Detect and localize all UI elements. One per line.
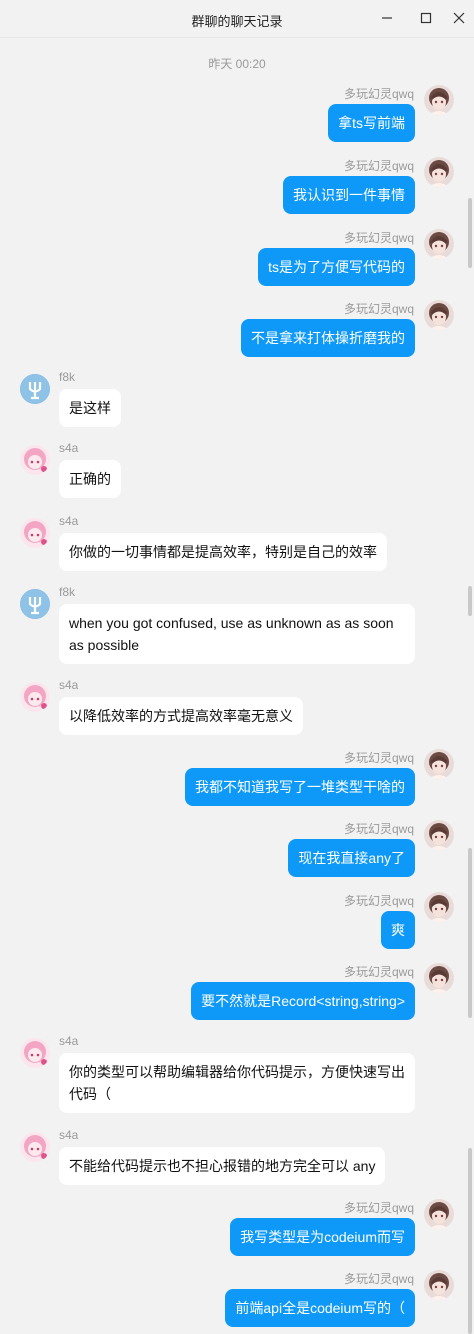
avatar[interactable] [424,157,454,187]
message-bubble[interactable]: 拿ts写前端 [328,104,415,142]
title-bar: 群聊的聊天记录 [0,0,474,38]
message-bubble[interactable]: 我写类型是为codeium而写 [230,1218,415,1256]
window-title: 群聊的聊天记录 [191,14,283,29]
scrollbar-marker [468,848,472,1018]
avatar[interactable] [424,1199,454,1229]
message-bubble[interactable]: 前端api全是codeium写的（ [225,1289,415,1327]
message-bubble[interactable]: 正确的 [59,460,121,498]
message-bubble[interactable]: 不能给代码提示也不担心报错的地方完全可以 any [59,1147,386,1185]
avatar[interactable] [20,682,50,712]
message-bubble[interactable]: 你的类型可以帮助编辑器给你代码提示，方便快速写出代码（ [59,1053,415,1113]
sender-name: f8k [59,585,76,599]
message-bubble[interactable]: 不是拿来打体操折磨我的 [241,319,415,357]
sender-name: 多玩幻灵qwq [343,1201,414,1215]
avatar[interactable] [20,445,50,475]
message-bubble[interactable]: 爽 [381,911,415,949]
sender-name: s4a [59,441,79,455]
sender-name: 多玩幻灵qwq [343,231,414,245]
timestamp-label: 昨天 00:20 [208,57,266,71]
sender-name: 多玩幻灵qwq [343,87,414,101]
sender-name: 多玩幻灵qwq [343,302,414,316]
message-bubble[interactable]: 要不然就是Record<string,string> [191,982,415,1020]
avatar[interactable] [424,749,454,779]
message-bubble[interactable]: 是这样 [59,389,121,427]
avatar[interactable] [20,1038,50,1068]
sender-name: 多玩幻灵qwq [343,1272,414,1286]
avatar[interactable] [20,518,50,548]
sender-name: 多玩幻灵qwq [343,822,414,836]
message-bubble[interactable]: 我认识到一件事情 [283,176,415,214]
sender-name: s4a [59,1034,79,1048]
sender-name: 多玩幻灵qwq [343,159,414,173]
avatar[interactable] [20,589,50,619]
message-bubble[interactable]: 我都不知道我写了一堆类型干啥的 [185,768,415,806]
minimize-icon[interactable] [375,6,399,30]
avatar[interactable] [424,300,454,330]
close-icon[interactable] [447,6,471,30]
sender-name: 多玩幻灵qwq [343,751,414,765]
sender-name: 多玩幻灵qwq [343,965,414,979]
scrollbar-thumb[interactable] [468,198,472,268]
scrollbar[interactable] [466,38,474,1334]
message-bubble[interactable]: 现在我直接any了 [288,839,415,877]
sender-name: s4a [59,1128,79,1142]
sender-name: s4a [59,678,79,692]
maximize-icon[interactable] [414,6,438,30]
avatar[interactable] [20,374,50,404]
sender-name: 多玩幻灵qwq [343,894,414,908]
avatar[interactable] [424,963,454,993]
avatar[interactable] [424,892,454,922]
avatar[interactable] [424,229,454,259]
avatar[interactable] [20,1132,50,1162]
message-bubble[interactable]: 以降低效率的方式提高效率毫无意义 [59,697,303,735]
sender-name: f8k [59,370,76,384]
scrollbar-marker [468,1148,472,1334]
scrollbar-marker [468,586,472,616]
avatar[interactable] [424,820,454,850]
avatar[interactable] [424,1270,454,1300]
message-bubble[interactable]: when you got confused, use as unknown as… [59,604,415,664]
message-bubble[interactable]: ts是为了方便写代码的 [258,248,415,286]
avatar[interactable] [424,85,454,115]
message-bubble[interactable]: 你做的一切事情都是提高效率，特别是自己的效率 [59,533,387,571]
sender-name: s4a [59,514,79,528]
